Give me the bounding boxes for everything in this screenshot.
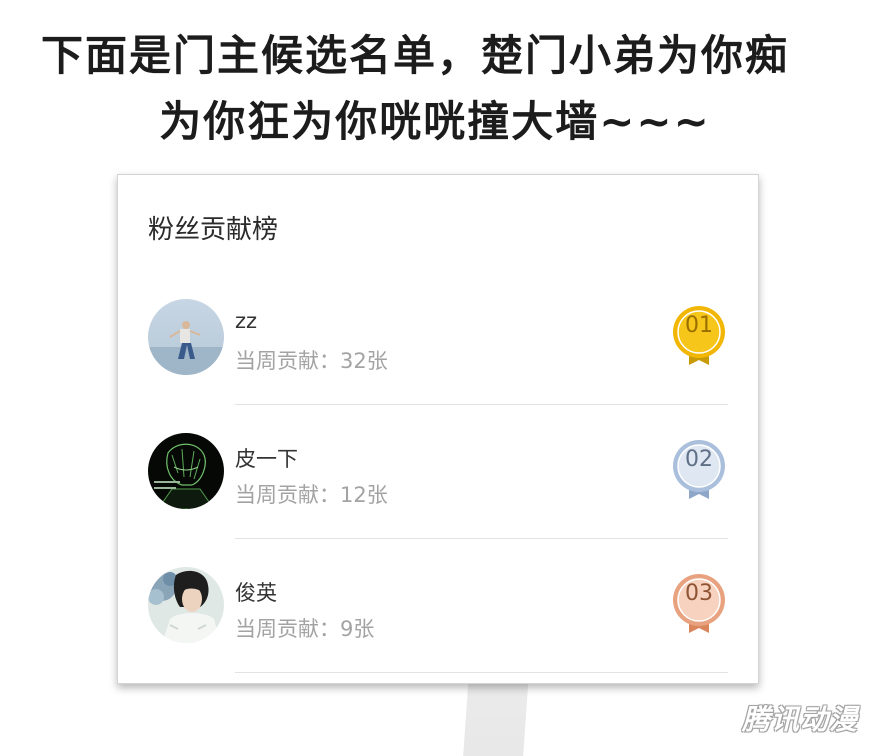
ranking-row[interactable]: zz 当周贡献：32张 01 bbox=[118, 271, 758, 405]
headline-line-2: 为你狂为你咣咣撞大墙~~~ bbox=[159, 97, 711, 146]
avatar[interactable] bbox=[148, 299, 224, 375]
bronze-medal-icon: 03 bbox=[671, 573, 727, 637]
rank-number: 03 bbox=[685, 581, 713, 606]
weekly-contribution: 当周贡献：12张 bbox=[235, 483, 388, 507]
weekly-contribution: 当周贡献：9张 bbox=[235, 617, 375, 641]
fan-name: 皮一下 bbox=[235, 447, 298, 471]
gold-medal-icon: 01 bbox=[671, 305, 727, 369]
avatar[interactable] bbox=[148, 567, 224, 643]
avatar[interactable] bbox=[148, 433, 224, 509]
rank-number: 02 bbox=[685, 447, 713, 472]
headline-line-1: 下面是门主候选名单，楚门小弟为你痴 bbox=[40, 31, 789, 80]
ranking-row[interactable]: 俊英 当周贡献：9张 03 bbox=[118, 539, 758, 673]
fan-contribution-card: 粉丝贡献榜 zz 当周贡献：32张 01 皮一下 当周贡献：12张 02 俊英 … bbox=[117, 174, 759, 684]
fan-name: zz bbox=[235, 309, 258, 333]
row-divider bbox=[235, 672, 728, 673]
silver-medal-icon: 02 bbox=[671, 439, 727, 503]
watermark-logo: 腾讯动漫 bbox=[741, 703, 858, 736]
card-title: 粉丝贡献榜 bbox=[148, 215, 279, 245]
rank-number: 01 bbox=[685, 313, 713, 338]
fan-name: 俊英 bbox=[235, 581, 277, 605]
ranking-row[interactable]: 皮一下 当周贡献：12张 02 bbox=[118, 405, 758, 539]
weekly-contribution: 当周贡献：32张 bbox=[235, 349, 388, 373]
